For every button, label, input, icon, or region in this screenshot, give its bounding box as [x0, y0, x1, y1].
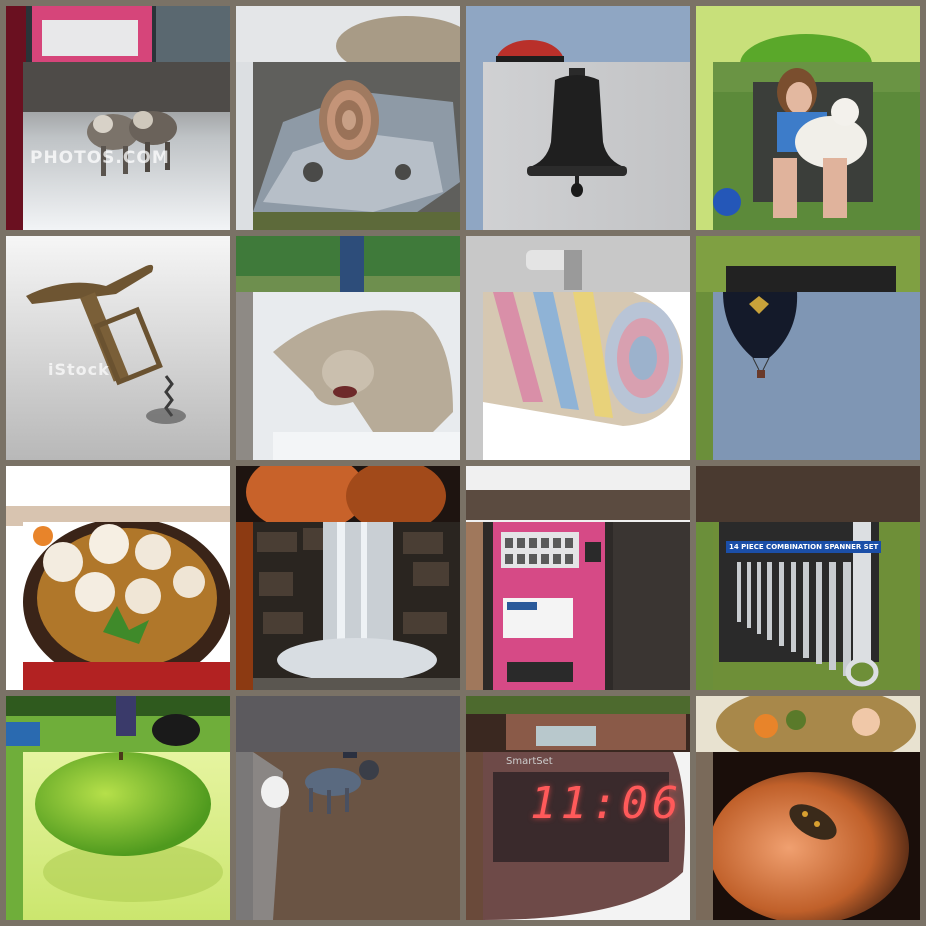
collage-tile-dogs — [236, 696, 460, 920]
collage-tile-girl-dog — [696, 6, 920, 230]
collage-tile-bell — [466, 6, 690, 230]
pink-vending-machine-image — [483, 522, 690, 690]
collage-tile-wolves: PHOTOS.COM — [6, 6, 230, 230]
collage-tile-apple — [6, 696, 230, 920]
istock-watermark: iStock — [48, 360, 110, 379]
waterfall-image — [253, 522, 460, 690]
wrench-set-label: 14 PIECE COMBINATION SPANNER SET — [726, 541, 882, 553]
collage-tile-clock: SmartSet 11:06 — [466, 696, 690, 920]
black-bell-image — [483, 62, 690, 230]
photos-com-watermark: PHOTOS.COM — [30, 148, 170, 168]
wolves-in-snow-image — [23, 62, 230, 230]
collage-tile-wrenches: 14 PIECE COMBINATION SPANNER SET — [696, 466, 920, 690]
rolled-blanket-image — [483, 292, 690, 460]
wolf-eating-in-snow-image — [253, 292, 460, 460]
coiled-snake-on-rock-image — [253, 62, 460, 230]
collage-tile-wolf-eating — [236, 236, 460, 460]
girl-with-dog-image — [713, 62, 920, 230]
collage-tile-snake — [236, 6, 460, 230]
green-apple-image — [23, 752, 230, 920]
scallops-in-bowl-image — [23, 522, 230, 690]
antique-corkscrew-image — [6, 236, 230, 460]
dogs-on-dirt-image — [253, 752, 460, 920]
collage-tile-hands — [696, 696, 920, 920]
hands-with-lizard-image — [713, 752, 920, 920]
black-hot-air-balloon-image — [713, 292, 920, 460]
collage-tile-corkscrew: iStock — [6, 236, 230, 460]
clock-brand: SmartSet — [506, 756, 553, 767]
collage-tile-scallops — [6, 466, 230, 690]
collage-tile-blanket — [466, 236, 690, 460]
clock-time-display: 11:06 — [530, 778, 683, 829]
collage-tile-waterfall — [236, 466, 460, 690]
collage-tile-vending — [466, 466, 690, 690]
collage-tile-balloon — [696, 236, 920, 460]
